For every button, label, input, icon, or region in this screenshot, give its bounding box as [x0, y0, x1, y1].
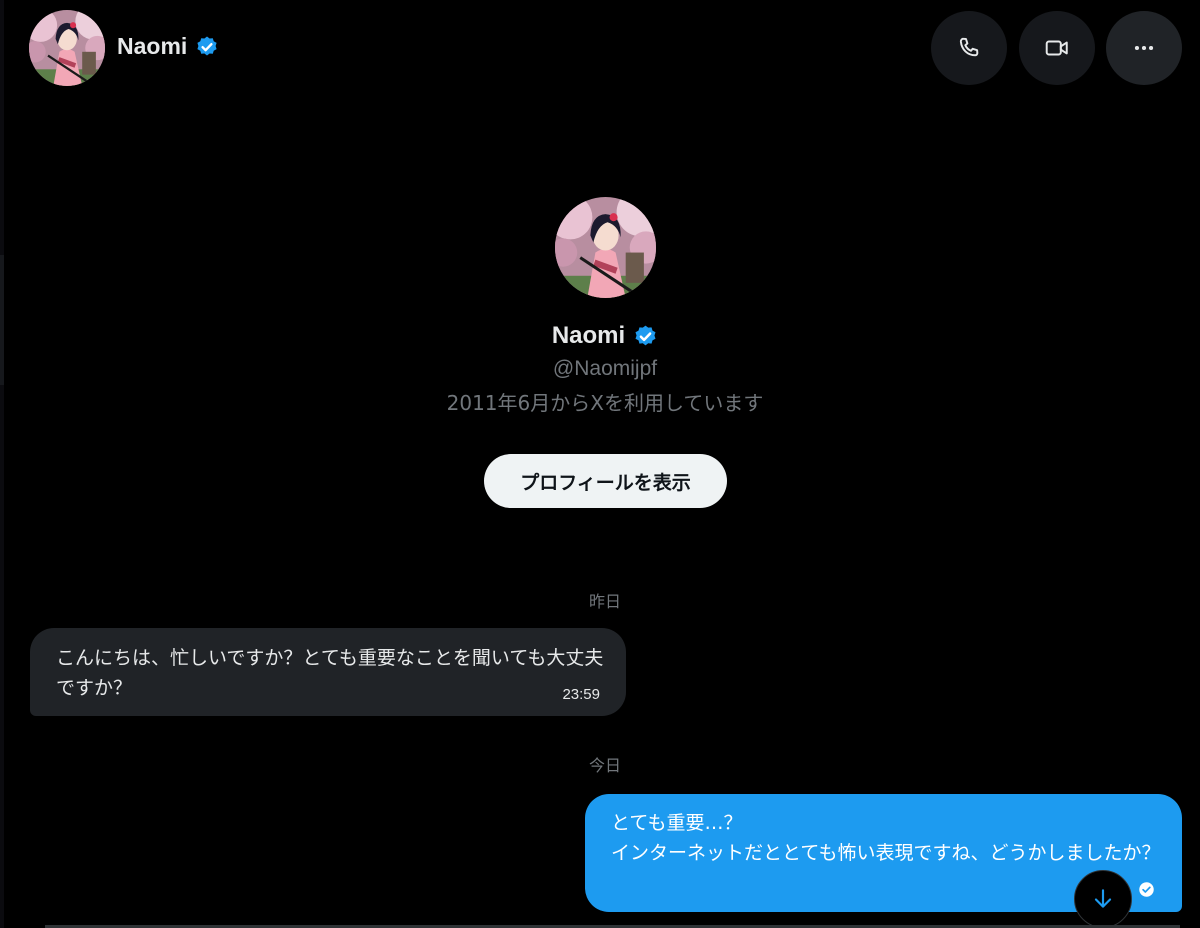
conversation-header: Naomi	[0, 0, 1200, 100]
profile-name: Naomi	[0, 322, 1200, 350]
avatar-illustration-icon	[29, 10, 105, 86]
header-title[interactable]: Naomi	[117, 33, 219, 60]
profile-name-text: Naomi	[551, 322, 626, 349]
call-button[interactable]	[931, 11, 1007, 85]
dm-conversation-page: Naomi Naomi @Naomijpf 2011年6月からXを利用しています…	[0, 0, 1200, 928]
scroll-to-bottom-button[interactable]	[1074, 870, 1132, 928]
verified-badge-icon	[633, 324, 658, 349]
seen-check-icon	[1138, 881, 1155, 898]
profile-joined-date: 2011年6月からXを利用しています	[446, 391, 764, 415]
video-call-button[interactable]	[1019, 11, 1095, 85]
profile-avatar[interactable]	[555, 197, 656, 298]
more-options-button[interactable]	[1106, 11, 1182, 85]
arrow-down-icon	[1094, 889, 1112, 908]
date-separator: 昨日	[588, 592, 621, 611]
message-text: こんにちは、忙しいですか？とても重要なことを聞いても大丈夫ですか？	[56, 647, 604, 699]
view-profile-button[interactable]: プロフィールを表示	[484, 454, 727, 508]
left-panel-edge	[0, 0, 4, 928]
date-separator: 今日	[588, 756, 621, 775]
video-camera-icon	[1045, 40, 1068, 56]
phone-icon	[959, 37, 979, 57]
message-timestamp: 23:59	[562, 686, 600, 703]
profile-handle: @Naomijpf	[552, 357, 658, 380]
message-text: とても重要…？ インターネットだととても怖い表現ですね、どうかしましたか？	[611, 812, 1161, 864]
verified-badge-icon	[195, 35, 219, 59]
header-name-text: Naomi	[117, 33, 188, 59]
header-avatar[interactable]	[29, 10, 105, 86]
incoming-message-bubble[interactable]: こんにちは、忙しいですか？とても重要なことを聞いても大丈夫ですか？ 23:59	[30, 628, 626, 716]
avatar-illustration-icon	[555, 197, 656, 298]
more-horizontal-icon	[1134, 45, 1154, 51]
